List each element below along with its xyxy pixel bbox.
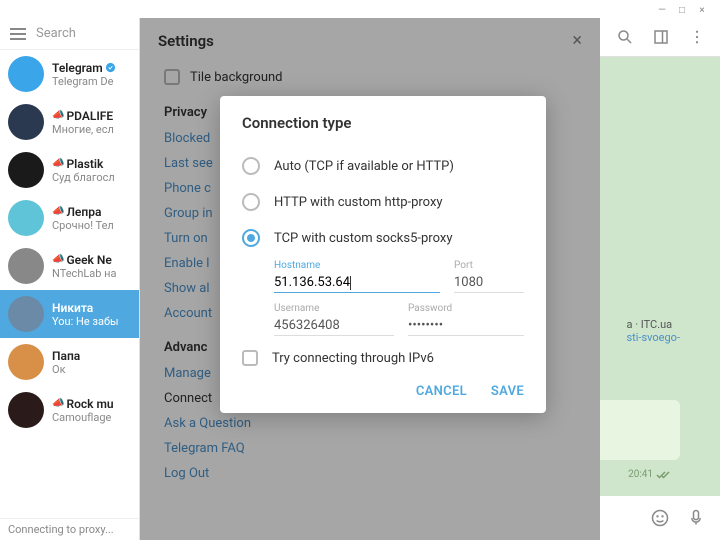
port-input[interactable]: 1080 <box>454 273 524 293</box>
chat-title: 📣Geek Ne <box>52 253 117 267</box>
password-input[interactable]: •••••••• <box>408 316 524 336</box>
cancel-button[interactable]: CANCEL <box>416 384 467 399</box>
channel-icon: 📣 <box>52 158 64 169</box>
avatar <box>8 104 44 140</box>
channel-icon: 📣 <box>52 206 64 217</box>
chat-title: 📣Rock mu <box>52 397 114 411</box>
minimize-icon[interactable]: — <box>656 4 668 16</box>
dialog-title: Connection type <box>242 114 524 132</box>
read-check-icon <box>656 470 670 480</box>
chat-title: Telegram <box>52 61 116 75</box>
chat-item[interactable]: 📣PlastikСуд благосл <box>0 146 139 194</box>
avatar <box>8 248 44 284</box>
emoji-icon[interactable] <box>650 508 670 528</box>
chat-subtitle: Ок <box>52 363 80 376</box>
avatar <box>8 392 44 428</box>
port-label: Port <box>454 260 524 271</box>
chat-subtitle: Telegram De <box>52 75 116 88</box>
avatar <box>8 56 44 92</box>
menu-icon[interactable] <box>10 28 26 40</box>
radio-socks5[interactable]: TCP with custom socks5-proxy <box>242 220 524 256</box>
chat-list: TelegramTelegram De📣PDALIFEМногие, есл📣P… <box>0 50 139 518</box>
message-time: 20:41 <box>628 469 670 480</box>
maximize-icon[interactable]: □ <box>676 4 688 16</box>
username-label: Username <box>274 303 394 314</box>
chat-sidebar: Search TelegramTelegram De📣PDALIFEМногие… <box>0 18 140 540</box>
hostname-label: Hostname <box>274 260 440 271</box>
channel-icon: 📣 <box>52 110 64 121</box>
search-input[interactable]: Search <box>36 26 76 41</box>
mic-icon[interactable] <box>688 508 704 528</box>
chat-subtitle: NTechLab на <box>52 267 117 280</box>
save-button[interactable]: SAVE <box>491 384 524 399</box>
chat-subtitle: Camouflage <box>52 411 114 424</box>
chat-item[interactable]: ПапаОк <box>0 338 139 386</box>
chat-item[interactable]: 📣PDALIFEМногие, есл <box>0 98 139 146</box>
ipv6-label: Try connecting through IPv6 <box>272 351 434 366</box>
verified-icon <box>105 62 116 73</box>
radio-icon <box>242 157 260 175</box>
radio-http[interactable]: HTTP with custom http-proxy <box>242 184 524 220</box>
avatar <box>8 344 44 380</box>
radio-icon <box>242 229 260 247</box>
chat-item[interactable]: 📣Geek NeNTechLab на <box>0 242 139 290</box>
chat-item[interactable]: 📣ЛепраСрочно! Тел <box>0 194 139 242</box>
link-preview: a · ITC.ua sti-svoego- <box>626 318 680 344</box>
chat-title: 📣Plastik <box>52 157 115 171</box>
chat-subtitle: Многие, есл <box>52 123 114 136</box>
hostname-input[interactable]: 51.136.53.64 <box>274 273 440 293</box>
chat-title: 📣Лепра <box>52 205 114 219</box>
chat-item[interactable]: TelegramTelegram De <box>0 50 139 98</box>
chat-title: Никита <box>52 301 119 315</box>
avatar <box>8 152 44 188</box>
chat-title: 📣PDALIFE <box>52 109 114 123</box>
chat-item[interactable]: 📣Rock muCamouflage <box>0 386 139 434</box>
radio-icon <box>242 193 260 211</box>
chat-subtitle: Суд благосл <box>52 171 115 184</box>
panel-icon[interactable] <box>652 28 670 46</box>
username-input[interactable]: 456326408 <box>274 316 394 336</box>
avatar <box>8 296 44 332</box>
ipv6-checkbox[interactable] <box>242 350 258 366</box>
password-label: Password <box>408 303 524 314</box>
close-window-icon[interactable]: × <box>696 4 708 16</box>
search-icon[interactable] <box>616 28 634 46</box>
chat-item[interactable]: НикитаYou: Не забы <box>0 290 139 338</box>
chat-title: Папа <box>52 349 80 363</box>
more-icon[interactable] <box>688 28 706 46</box>
chat-subtitle: You: Не забы <box>52 315 119 328</box>
channel-icon: 📣 <box>52 254 64 265</box>
connection-dialog: Connection type Auto (TCP if available o… <box>220 96 546 413</box>
radio-auto[interactable]: Auto (TCP if available or HTTP) <box>242 148 524 184</box>
channel-icon: 📣 <box>52 398 64 409</box>
window-controls: — □ × <box>652 0 712 20</box>
avatar <box>8 200 44 236</box>
chat-subtitle: Срочно! Тел <box>52 219 114 232</box>
connection-status: Connecting to proxy... <box>0 518 139 540</box>
